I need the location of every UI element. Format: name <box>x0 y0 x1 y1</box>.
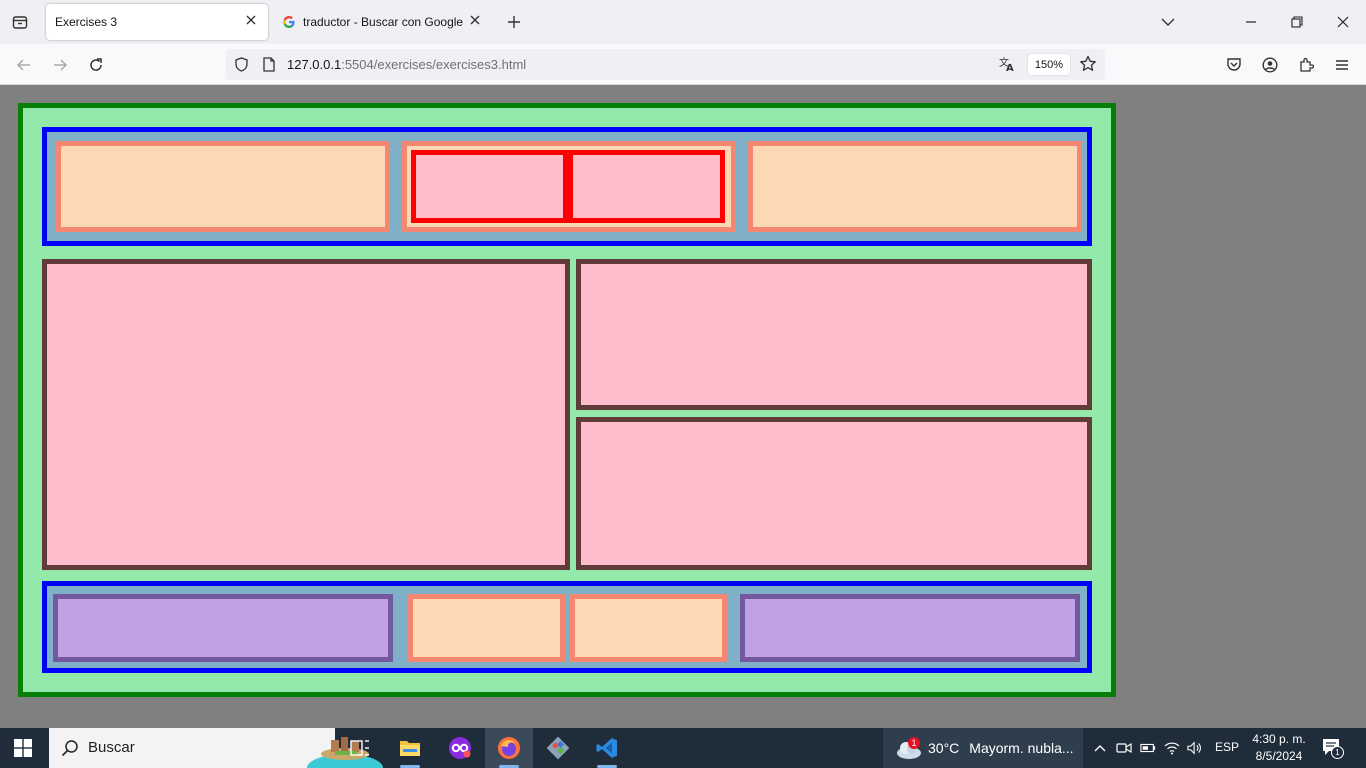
search-icon <box>61 739 79 762</box>
list-all-tabs-icon[interactable] <box>1156 10 1180 34</box>
forward-icon[interactable] <box>47 52 73 78</box>
notifications-icon[interactable]: 1 <box>1322 738 1344 763</box>
close-window-icon[interactable] <box>1331 10 1355 34</box>
url-path: :5504/exercises/exercises3.html <box>341 57 527 72</box>
footer-box-purple-left <box>53 594 393 662</box>
zoom-level-button[interactable]: 150% <box>1028 54 1070 75</box>
reload-icon[interactable] <box>83 52 109 78</box>
firefox-icon[interactable] <box>485 728 533 768</box>
search-placeholder: Buscar <box>88 739 135 756</box>
tab-bar: Exercises 3 traductor - Buscar con Googl… <box>0 0 1366 44</box>
red-container <box>411 150 725 223</box>
clock[interactable]: 4:30 p. m. 8/5/2024 <box>1248 731 1310 765</box>
battery-icon[interactable] <box>1140 740 1156 756</box>
google-icon <box>282 15 296 29</box>
red-divider <box>563 155 573 218</box>
weather-badge: 1 <box>908 737 920 749</box>
url-host: 127.0.0.1 <box>287 57 342 72</box>
outer-container <box>18 103 1116 697</box>
task-view-icon[interactable] <box>336 728 384 768</box>
main-box-top-right <box>576 259 1092 410</box>
nav-bar: 127.0.0.1:5504/exercises/exercises3.html… <box>0 44 1366 85</box>
tab-list-icon[interactable] <box>8 11 32 33</box>
tab-traductor[interactable]: traductor - Buscar con Google <box>274 4 492 40</box>
vscode-icon[interactable] <box>583 728 631 768</box>
restore-icon[interactable] <box>1285 10 1309 34</box>
extensions-icon[interactable] <box>1294 53 1318 77</box>
shield-icon[interactable] <box>234 57 249 77</box>
url-text: 127.0.0.1:5504/exercises/exercises3.html <box>287 57 526 72</box>
main-box-bottom-right <box>576 417 1092 570</box>
header-row <box>42 127 1092 246</box>
bookmark-star-icon[interactable] <box>1079 55 1097 78</box>
file-explorer-icon[interactable] <box>386 728 434 768</box>
footer-box-peach-1 <box>408 594 565 662</box>
new-tab-icon[interactable] <box>503 11 525 33</box>
header-box-center <box>402 141 736 232</box>
meet-now-icon[interactable] <box>1116 740 1132 756</box>
tab-title: traductor - Buscar con Google <box>303 15 464 29</box>
main-box-left <box>42 259 570 570</box>
git-app-icon[interactable] <box>534 728 582 768</box>
weather-description: Mayorm. nubla... <box>969 740 1074 756</box>
address-bar[interactable]: 127.0.0.1:5504/exercises/exercises3.html… <box>226 49 1105 80</box>
private-browsing-app-icon[interactable] <box>436 728 484 768</box>
close-tab-icon[interactable] <box>244 13 258 27</box>
svg-text:A: A <box>1006 63 1014 73</box>
footer-row <box>42 581 1092 673</box>
tab-title: Exercises 3 <box>55 15 118 29</box>
weather-widget[interactable]: 1 30°C Mayorm. nubla... <box>883 728 1083 768</box>
header-box-right <box>748 141 1082 232</box>
taskbar: Buscar 1 30°C Mayorm. nubla... ESP 4:30 … <box>0 728 1366 768</box>
windows-start-icon[interactable] <box>14 739 32 762</box>
chevron-up-icon[interactable] <box>1092 740 1108 756</box>
tab-exercises-3[interactable]: Exercises 3 <box>46 4 268 40</box>
menu-icon[interactable] <box>1330 53 1354 77</box>
pocket-icon[interactable] <box>1222 53 1246 77</box>
header-box-left <box>56 141 390 232</box>
input-language[interactable]: ESP <box>1215 740 1239 754</box>
page-viewport <box>0 85 1366 728</box>
clock-date: 8/5/2024 <box>1255 749 1303 763</box>
close-tab-icon[interactable] <box>468 13 482 27</box>
volume-icon[interactable] <box>1187 740 1203 756</box>
wifi-icon[interactable] <box>1164 740 1180 756</box>
weather-temperature: 30°C <box>928 740 960 756</box>
page-info-icon[interactable] <box>262 57 276 77</box>
notification-count: 1 <box>1331 746 1344 759</box>
account-icon[interactable] <box>1258 53 1282 77</box>
minimize-icon[interactable] <box>1239 10 1263 34</box>
footer-box-peach-2 <box>570 594 727 662</box>
taskbar-search[interactable]: Buscar <box>49 728 383 768</box>
translate-icon[interactable]: 文A <box>998 55 1016 78</box>
footer-box-purple-right <box>740 594 1080 662</box>
clock-time: 4:30 p. m. <box>1252 732 1306 746</box>
back-icon[interactable] <box>11 52 37 78</box>
